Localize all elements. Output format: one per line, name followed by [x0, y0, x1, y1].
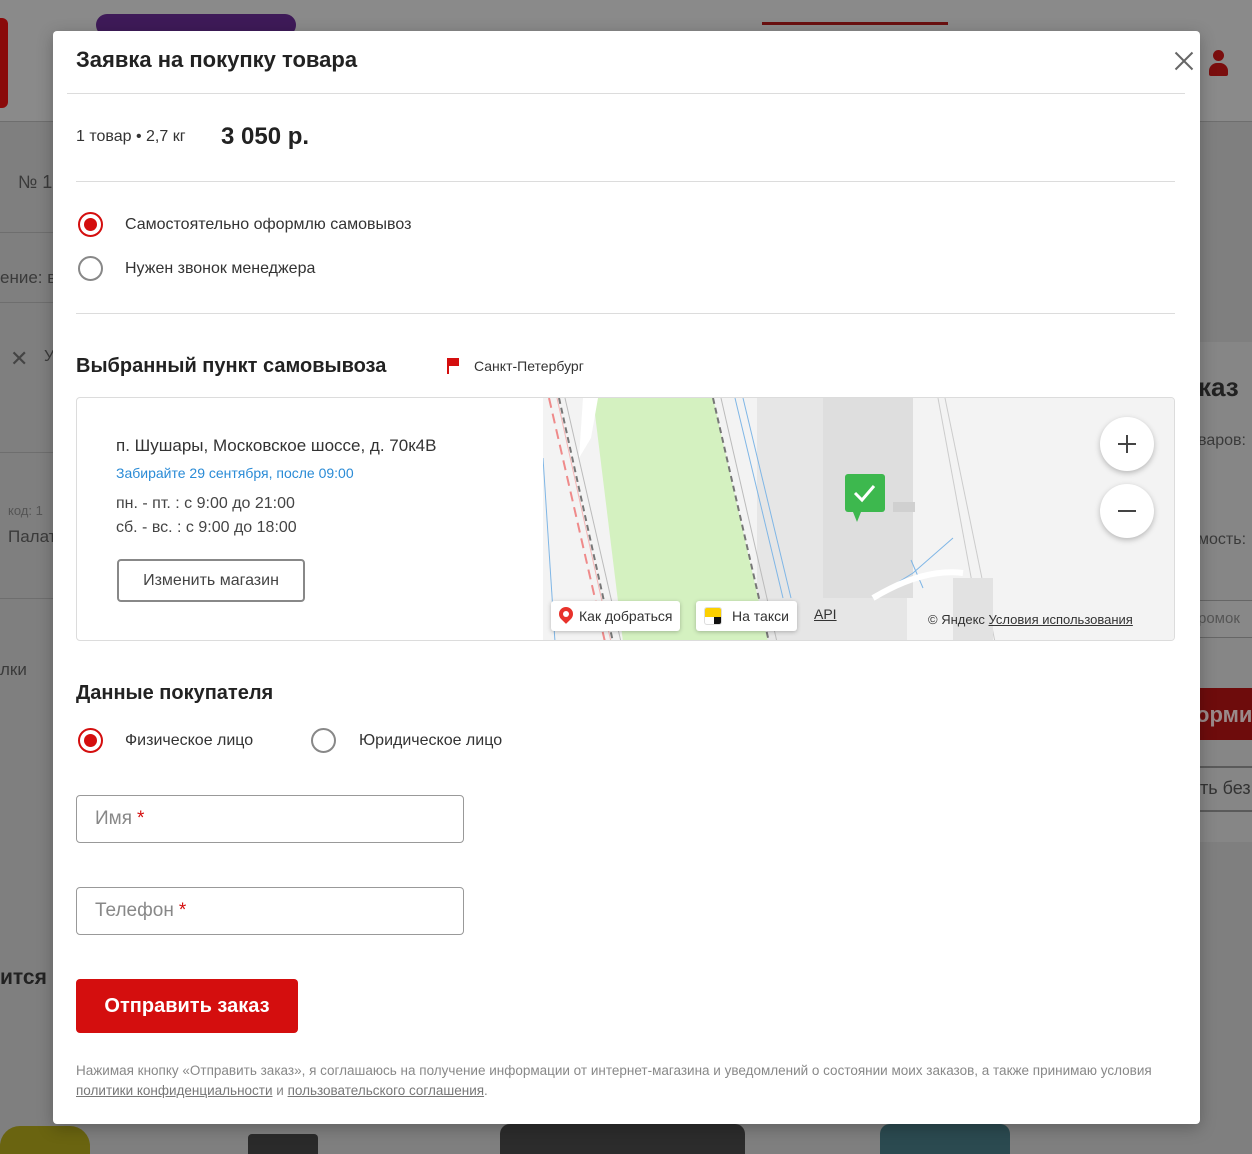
route-button[interactable]: Как добраться	[551, 601, 681, 631]
background-text: лки	[0, 660, 27, 679]
radio-self-pickup[interactable]: Самостоятельно оформлю самовывоз	[78, 212, 411, 237]
pickup-info: п. Шушары, Московское шоссе, д. 70к4В За…	[116, 436, 556, 540]
order-summary: 1 товар • 2,7 кг 3 050 р.	[76, 123, 1176, 163]
terms-link[interactable]: Условия использования	[989, 612, 1133, 627]
background-divider	[0, 232, 60, 233]
modal-title: Заявка на покупку товара	[76, 47, 358, 72]
name-placeholder: Имя	[95, 808, 133, 829]
background-product-image	[248, 1134, 318, 1154]
required-mark: *	[178, 900, 187, 921]
purchase-request-modal: Заявка на покупку товара 1 товар • 2,7 к…	[53, 31, 1200, 1124]
divider	[76, 181, 1175, 182]
city-selector[interactable]: Санкт-Петербург	[446, 358, 584, 374]
background-divider	[0, 302, 60, 303]
background-text: ение: в	[0, 268, 57, 287]
hours-weekend: сб. - вс. : с 9:00 до 18:00	[116, 519, 297, 536]
city-name: Санкт-Петербург	[474, 358, 584, 374]
required-mark: *	[137, 808, 145, 829]
taxi-label: На такси	[732, 608, 789, 624]
name-field[interactable]: Имя *	[76, 795, 464, 843]
user-icon	[1208, 50, 1228, 78]
background-product-image	[880, 1124, 1010, 1154]
zoom-out-button[interactable]	[1100, 484, 1154, 538]
radio-label: Физическое лицо	[125, 731, 254, 749]
pickup-point-card: п. Шушары, Московское шоссе, д. 70к4В За…	[76, 397, 1175, 641]
radio-button[interactable]	[311, 728, 336, 753]
legal-text: .	[484, 1083, 488, 1098]
radio-button[interactable]	[78, 212, 103, 237]
background-text: мость:	[1198, 531, 1247, 548]
taxi-icon	[704, 607, 722, 625]
copyright-text: © Яндекс	[928, 612, 985, 627]
radio-label: Самостоятельно оформлю самовывоз	[125, 215, 412, 233]
background-text: варов:	[1198, 432, 1246, 449]
pickup-address: п. Шушары, Московское шоссе, д. 70к4В	[116, 436, 437, 455]
store-pin-icon[interactable]	[843, 472, 887, 526]
background-order-number: № 1	[18, 172, 53, 192]
user-agreement-link[interactable]: пользовательского соглашения	[288, 1083, 484, 1098]
radio-button[interactable]	[78, 256, 103, 281]
legal-text: Нажимая кнопку «Отправить заказ», я согл…	[76, 1063, 1152, 1078]
background-product-image	[500, 1124, 745, 1154]
divider	[76, 313, 1175, 314]
legal-notice: Нажимая кнопку «Отправить заказ», я согл…	[76, 1061, 1166, 1101]
taxi-button[interactable]: На такси	[696, 601, 797, 631]
background-text: ть без	[1200, 778, 1251, 798]
flag-icon	[446, 358, 460, 374]
radio-legal-entity[interactable]: Юридическое лицо	[311, 728, 502, 753]
radio-manager-call[interactable]: Нужен звонок менеджера	[78, 256, 315, 281]
radio-label: Нужен звонок менеджера	[125, 259, 316, 277]
api-link[interactable]: API	[814, 606, 837, 622]
submit-order-button[interactable]: Отправить заказ	[76, 979, 298, 1033]
route-label: Как добраться	[579, 608, 673, 624]
order-item-count: 1 товар • 2,7 кг	[76, 128, 186, 145]
legal-text: и	[272, 1083, 288, 1098]
background-text: код: 1	[8, 503, 43, 518]
pickup-date: Забирайте 29 сентября, после 09:00	[116, 465, 354, 481]
zoom-in-button[interactable]	[1100, 417, 1154, 471]
background-phone	[762, 22, 948, 30]
privacy-policy-link[interactable]: политики конфиденциальности	[76, 1083, 273, 1098]
background-text: каз	[1198, 372, 1239, 402]
background-divider	[0, 598, 60, 599]
location-pin-icon	[556, 604, 576, 625]
map[interactable]: Как добраться На такси API © Яндекс Усло…	[543, 398, 1174, 640]
phone-placeholder: Телефон	[95, 900, 174, 921]
background-product-image	[0, 1126, 90, 1154]
radio-individual[interactable]: Физическое лицо	[78, 728, 253, 753]
change-store-button[interactable]: Изменить магазин	[117, 559, 305, 602]
background-text: Палат	[8, 527, 57, 546]
radio-label: Юридическое лицо	[359, 731, 503, 749]
buyer-section-title: Данные покупателя	[76, 682, 274, 704]
background-text: ормит	[1196, 702, 1252, 727]
pickup-section-title: Выбранный пункт самовывоза	[76, 355, 387, 377]
background-text: ромок	[1198, 610, 1240, 627]
background-text: ится	[0, 966, 47, 989]
close-icon[interactable]	[1171, 48, 1197, 74]
map-copyright: © Яндекс Условия использования	[928, 612, 1133, 627]
radio-button[interactable]	[78, 728, 103, 753]
phone-field[interactable]: Телефон *	[76, 887, 464, 935]
pickup-hours: пн. - пт. : с 9:00 до 21:00 сб. - вс. : …	[116, 492, 556, 540]
hours-weekdays: пн. - пт. : с 9:00 до 21:00	[116, 495, 295, 512]
background-close-icon: ✕	[10, 346, 29, 371]
background-logo	[0, 18, 8, 108]
modal-header: Заявка на покупку товара	[67, 31, 1185, 94]
background-divider	[0, 452, 60, 453]
order-total-price: 3 050 р.	[221, 123, 310, 150]
